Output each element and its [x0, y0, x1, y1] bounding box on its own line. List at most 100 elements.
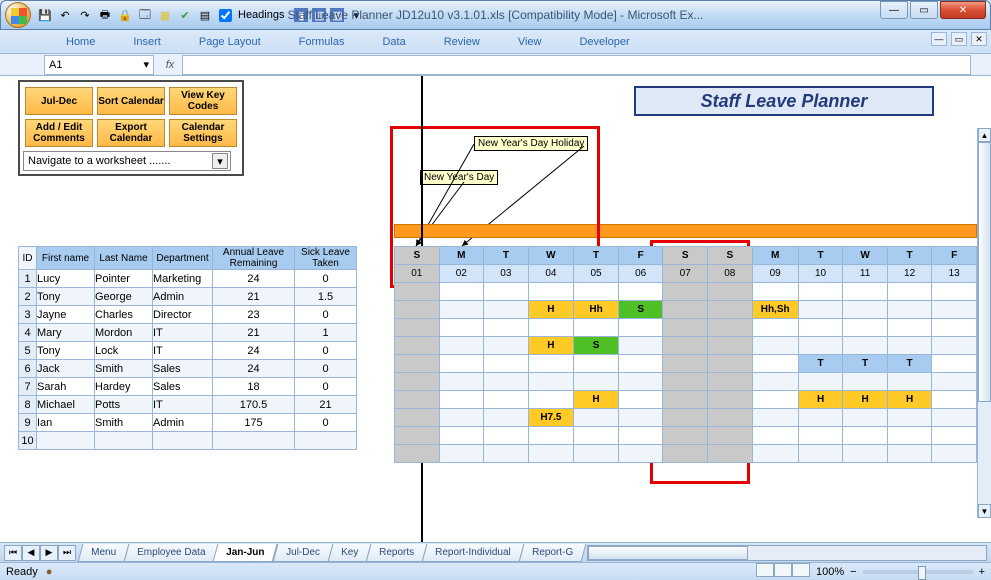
sheet-nav-last-icon[interactable]: ⏭	[58, 545, 76, 561]
calendar-cell[interactable]	[528, 391, 574, 409]
calendar-cell[interactable]	[484, 319, 529, 337]
calendar-cell[interactable]	[708, 373, 753, 391]
zoom-slider[interactable]	[863, 570, 973, 574]
calendar-cell[interactable]: S	[618, 301, 663, 319]
panel-button-add-edit-comments[interactable]: Add / Edit Comments	[25, 119, 93, 147]
navigate-dropdown[interactable]: Navigate to a worksheet ....... ▾	[23, 151, 231, 171]
calendar-cell[interactable]	[752, 319, 798, 337]
scroll-down-icon[interactable]: ▼	[978, 504, 991, 518]
zoom-out-button[interactable]: −	[850, 566, 856, 578]
calendar-cell[interactable]	[663, 337, 708, 355]
ribbon-tab-developer[interactable]: Developer	[573, 33, 635, 53]
sheet-nav-first-icon[interactable]: ⏮	[4, 545, 22, 561]
calendar-cell[interactable]	[843, 283, 887, 301]
calendar-cell[interactable]	[752, 283, 798, 301]
panel-button-calendar-settings[interactable]: Calendar Settings	[169, 119, 237, 147]
calendar-cell[interactable]	[708, 319, 753, 337]
calendar-cell[interactable]	[484, 337, 529, 355]
calendar-cell[interactable]	[932, 319, 977, 337]
calendar-cell[interactable]: T	[887, 355, 932, 373]
calendar-cell[interactable]	[484, 355, 529, 373]
calendar-cell[interactable]: T	[843, 355, 887, 373]
calendar-cell[interactable]	[618, 373, 663, 391]
calendar-cell[interactable]	[439, 391, 484, 409]
calendar-cell[interactable]	[395, 445, 440, 463]
calendar-cell[interactable]	[887, 445, 932, 463]
ribbon-tab-page-layout[interactable]: Page Layout	[193, 33, 267, 53]
calendar-cell[interactable]	[439, 427, 484, 445]
calendar-cell[interactable]	[618, 319, 663, 337]
calendar-cell[interactable]	[663, 301, 708, 319]
sheet-tab-employee-data[interactable]: Employee Data	[124, 544, 219, 562]
calendar-cell[interactable]	[932, 391, 977, 409]
calendar-cell[interactable]	[528, 445, 574, 463]
calendar-cell[interactable]	[395, 337, 440, 355]
calendar-cell[interactable]	[574, 427, 619, 445]
calendar-cell[interactable]	[932, 427, 977, 445]
calendar-cell[interactable]	[663, 373, 708, 391]
calendar-cell[interactable]	[798, 337, 843, 355]
redo-icon[interactable]: ↷	[77, 7, 93, 23]
calendar-cell[interactable]	[574, 283, 619, 301]
calendar-cell[interactable]	[843, 427, 887, 445]
ribbon-tab-view[interactable]: View	[512, 33, 548, 53]
calendar-cell[interactable]	[618, 337, 663, 355]
table-row[interactable]: 5TonyLockIT240	[19, 342, 357, 360]
calendar-cell[interactable]	[932, 373, 977, 391]
sheet-tab-key[interactable]: Key	[327, 544, 371, 562]
calendar-cell[interactable]	[798, 409, 843, 427]
lock-icon[interactable]: 🔒	[117, 7, 133, 23]
calendar-cell[interactable]	[484, 283, 529, 301]
calendar-cell[interactable]	[798, 445, 843, 463]
calendar-cell[interactable]	[395, 373, 440, 391]
calendar-cell[interactable]: H	[528, 337, 574, 355]
calendar-cell[interactable]	[798, 373, 843, 391]
calendar-cell[interactable]: T	[798, 355, 843, 373]
calendar-cell[interactable]	[663, 355, 708, 373]
calendar-cell[interactable]	[708, 337, 753, 355]
calendar-cell[interactable]	[752, 391, 798, 409]
calendar-cell[interactable]	[708, 409, 753, 427]
calendar-row[interactable]	[395, 445, 977, 463]
undo-icon[interactable]: ↶	[57, 7, 73, 23]
calendar-cell[interactable]	[395, 283, 440, 301]
calendar-cell[interactable]	[484, 373, 529, 391]
calendar-cell[interactable]	[395, 355, 440, 373]
calendar-cell[interactable]	[887, 301, 932, 319]
calendar-cell[interactable]	[887, 283, 932, 301]
calendar-cell[interactable]: H7.5	[528, 409, 574, 427]
calendar-row[interactable]	[395, 373, 977, 391]
panel-button-jul-dec[interactable]: Jul-Dec	[25, 87, 93, 115]
calendar-cell[interactable]	[843, 445, 887, 463]
calendar-cell[interactable]	[663, 391, 708, 409]
calendar-cell[interactable]	[439, 355, 484, 373]
calendar-row[interactable]: TTT	[395, 355, 977, 373]
calendar-cell[interactable]: H	[574, 391, 619, 409]
horizontal-scrollbar[interactable]	[587, 545, 987, 561]
calendar-cell[interactable]	[887, 337, 932, 355]
calendar-row[interactable]	[395, 427, 977, 445]
macro-record-icon[interactable]: ●	[46, 566, 53, 578]
calendar-cell[interactable]	[395, 391, 440, 409]
sheet-tab-menu[interactable]: Menu	[78, 544, 130, 562]
calendar-cell[interactable]	[528, 373, 574, 391]
view-buttons[interactable]	[756, 563, 810, 580]
calendar-cell[interactable]	[887, 373, 932, 391]
calendar-cell[interactable]	[752, 355, 798, 373]
fx-label[interactable]: fx	[158, 59, 182, 71]
table-row[interactable]: 1LucyPointerMarketing240	[19, 270, 357, 288]
calendar-cell[interactable]	[439, 319, 484, 337]
mdi-close-button[interactable]: ✕	[971, 32, 987, 46]
calendar-cell[interactable]	[618, 409, 663, 427]
calendar-cell[interactable]	[663, 319, 708, 337]
calendar-cell[interactable]: S	[574, 337, 619, 355]
sheet-tab-report-g[interactable]: Report-G	[518, 544, 586, 562]
calendar-cell[interactable]	[752, 427, 798, 445]
panel-button-export-calendar[interactable]: Export Calendar	[97, 119, 165, 147]
calendar-grid[interactable]: SMTWTFSSMTWTF01020304050607080910111213H…	[394, 246, 977, 463]
calendar-cell[interactable]	[663, 427, 708, 445]
panel-button-sort-calendar[interactable]: Sort Calendar	[97, 87, 165, 115]
calendar-cell[interactable]: Hh	[574, 301, 619, 319]
calendar-cell[interactable]	[484, 445, 529, 463]
calendar-cell[interactable]	[843, 337, 887, 355]
